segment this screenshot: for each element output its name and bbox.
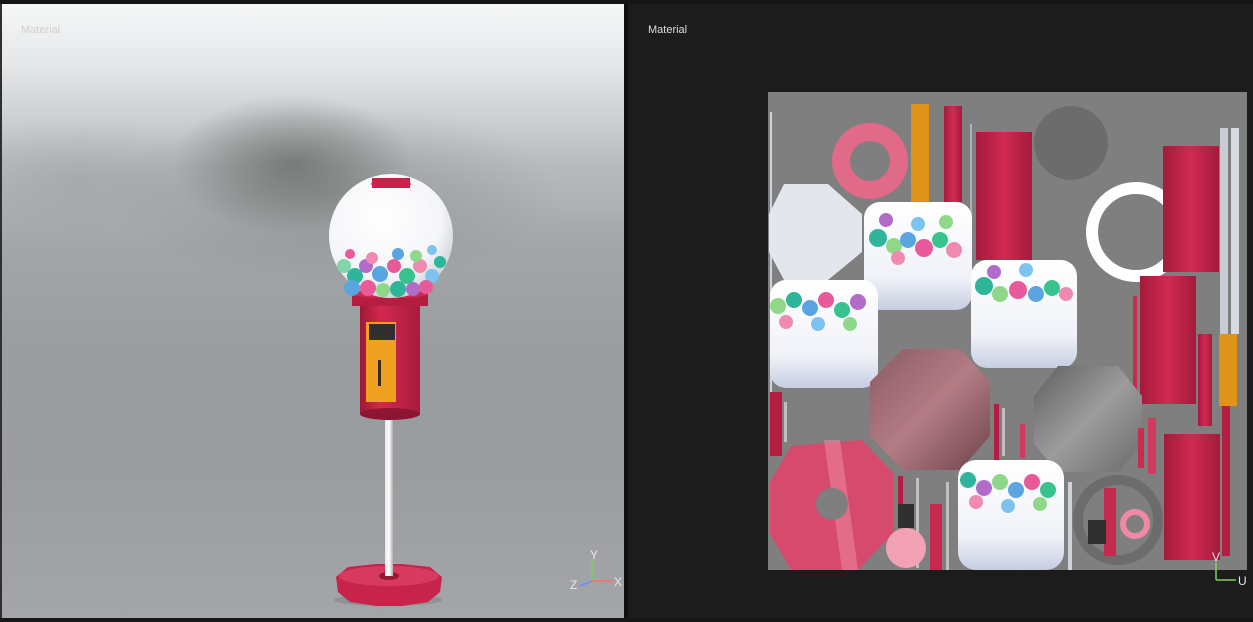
uv-axis-v-label: V xyxy=(1212,550,1221,564)
3d-viewport[interactable]: Material Y X Z xyxy=(2,4,624,618)
uv-axis-u-label: U xyxy=(1238,574,1247,588)
uv-axis-gizmo-icon: V U xyxy=(1208,550,1253,590)
window-bottom-edge xyxy=(0,618,1253,622)
axis-x-label: X xyxy=(614,575,623,589)
axis-y-label: Y xyxy=(590,548,599,562)
model-cap xyxy=(372,178,410,188)
gumball-machine-model xyxy=(329,174,453,606)
axis-z-label: Z xyxy=(570,578,578,592)
uv-editor[interactable]: Material V U xyxy=(628,4,1253,618)
model-pole xyxy=(385,414,393,576)
axis-gizmo-icon: Y X Z xyxy=(562,548,623,596)
uv-texture-map xyxy=(768,92,1247,570)
